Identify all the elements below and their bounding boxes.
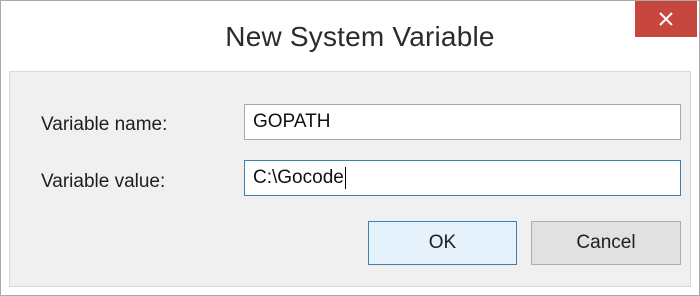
close-icon <box>659 12 673 26</box>
new-system-variable-dialog: New System Variable Variable name: GOPAT… <box>0 0 700 296</box>
close-button[interactable] <box>635 1 697 37</box>
title-bar[interactable]: New System Variable <box>1 1 699 71</box>
ok-button[interactable]: OK <box>368 221 517 265</box>
variable-name-label: Variable name: <box>41 114 168 135</box>
variable-name-text: GOPATH <box>253 111 331 132</box>
variable-value-field[interactable]: C:\Gocode <box>244 160 681 196</box>
text-caret <box>344 166 346 189</box>
variable-value-text: C:\Gocode <box>253 167 344 188</box>
dialog-title: New System Variable <box>225 21 495 52</box>
cancel-button[interactable]: Cancel <box>531 221 681 265</box>
variable-name-field[interactable]: GOPATH <box>244 104 681 140</box>
dialog-body: Variable name: GOPATH Variable value: C:… <box>9 71 691 287</box>
variable-value-label: Variable value: <box>41 171 166 192</box>
